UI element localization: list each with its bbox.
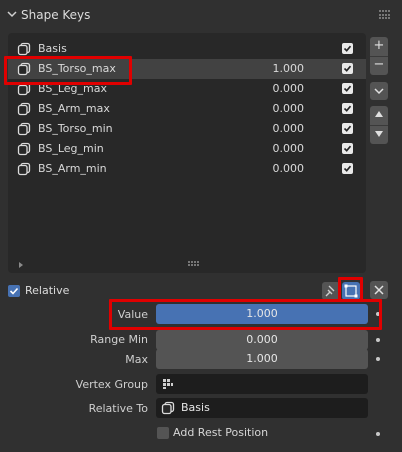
shape-key-enabled-checkbox[interactable] <box>342 143 353 154</box>
vertex-group-field[interactable] <box>156 374 368 394</box>
checkmark-icon <box>343 85 352 92</box>
triangle-up-icon <box>375 111 383 117</box>
add-rest-checkbox[interactable] <box>157 427 169 439</box>
add-rest-label: Add Rest Position <box>173 426 269 439</box>
shape-key-icon <box>17 102 31 116</box>
shape-key-value[interactable]: 0.000 <box>273 82 305 95</box>
animate-dot-icon[interactable] <box>376 432 380 436</box>
checkmark-icon <box>9 287 19 295</box>
relative-checkbox[interactable] <box>8 285 20 297</box>
shape-key-value[interactable]: 0.000 <box>273 102 305 115</box>
panel-title: Shape Keys <box>21 8 91 22</box>
shape-key-icon <box>17 162 31 176</box>
shape-key-value[interactable]: 0.000 <box>273 142 305 155</box>
relative-label: Relative <box>25 284 70 297</box>
range-min-label: Range Min <box>90 333 148 346</box>
highlight-box <box>109 299 382 330</box>
checkmark-icon <box>343 145 352 152</box>
shape-key-name[interactable]: BS_Leg_min <box>38 142 104 155</box>
shape-key-value[interactable]: 0.000 <box>273 162 305 175</box>
checkmark-icon <box>343 125 352 132</box>
shape-key-enabled-checkbox[interactable] <box>342 83 353 94</box>
shape-key-icon <box>17 122 31 136</box>
move-down-button[interactable] <box>370 126 388 144</box>
shape-key-enabled-checkbox[interactable] <box>342 123 353 134</box>
vertex-group-icon <box>163 379 173 389</box>
shape-key-enabled-checkbox[interactable] <box>342 163 353 174</box>
shape-key-name[interactable]: BS_Torso_min <box>38 122 113 135</box>
chevron-down-icon[interactable] <box>7 9 17 19</box>
checkmark-icon <box>343 65 352 72</box>
relative-to-label: Relative To <box>88 402 148 415</box>
max-label: Max <box>125 353 148 366</box>
chevron-down-icon <box>374 88 384 95</box>
checkmark-icon <box>343 165 352 172</box>
shape-key-name[interactable]: Basis <box>38 42 67 55</box>
relative-to-field[interactable]: Basis <box>156 398 368 418</box>
shape-key-row[interactable]: BS_Arm_min 0.000 <box>8 159 366 179</box>
max-field[interactable]: 1.000 <box>156 349 368 369</box>
list-expand-icon[interactable] <box>19 262 23 268</box>
shape-key-value[interactable]: 1.000 <box>273 62 305 75</box>
triangle-down-icon <box>375 131 383 137</box>
shape-key-row[interactable]: BS_Torso_min 0.000 <box>8 119 366 139</box>
highlight-box <box>4 56 132 85</box>
shape-key-enabled-checkbox[interactable] <box>342 103 353 114</box>
close-icon <box>374 285 384 295</box>
shape-key-enabled-checkbox[interactable] <box>342 43 353 54</box>
animate-dot-icon[interactable] <box>376 338 380 342</box>
checkmark-icon <box>343 45 352 52</box>
relative-to-value: Basis <box>181 401 210 414</box>
shape-key-icon <box>161 401 175 415</box>
move-up-button[interactable] <box>370 106 388 124</box>
shape-key-icon <box>17 42 31 56</box>
shape-key-enabled-checkbox[interactable] <box>342 63 353 74</box>
checkmark-icon <box>343 105 352 112</box>
shape-key-row[interactable]: BS_Arm_max 0.000 <box>8 99 366 119</box>
clear-button[interactable] <box>370 281 388 299</box>
shape-key-row[interactable]: BS_Leg_min 0.000 <box>8 139 366 159</box>
add-shape-key-button[interactable]: + <box>370 37 388 55</box>
list-resize-grip[interactable] <box>188 261 199 266</box>
animate-dot-icon[interactable] <box>376 357 380 361</box>
remove-shape-key-button[interactable]: − <box>370 56 388 74</box>
drag-grip-icon[interactable] <box>379 10 391 20</box>
shape-key-name[interactable]: BS_Arm_max <box>38 102 110 115</box>
shape-key-icon <box>17 142 31 156</box>
shape-key-value[interactable]: 0.000 <box>273 122 305 135</box>
shape-key-name[interactable]: BS_Arm_min <box>38 162 107 175</box>
specials-menu-button[interactable] <box>370 82 388 100</box>
range-min-field[interactable]: 0.000 <box>156 330 368 350</box>
vertex-group-label: Vertex Group <box>75 378 148 391</box>
